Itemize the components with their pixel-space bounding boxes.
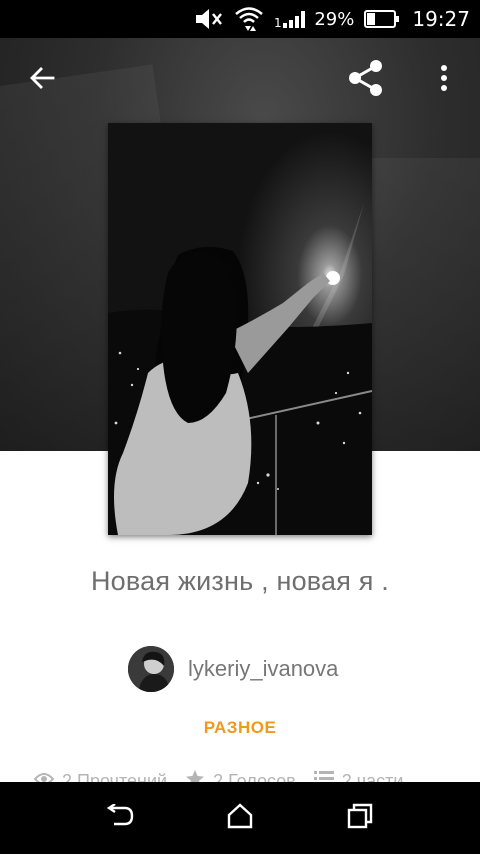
share-icon: [346, 58, 386, 103]
svg-text:1: 1: [274, 16, 282, 29]
more-options-button[interactable]: [420, 56, 468, 104]
signal-icon: 1: [274, 9, 308, 29]
mute-icon: [194, 6, 224, 32]
battery-icon: [364, 8, 400, 30]
recents-nav-icon: [347, 803, 373, 834]
system-nav-bar: [0, 782, 480, 854]
clock: 19:27: [412, 7, 470, 31]
story-cover[interactable]: [108, 123, 372, 535]
author-row[interactable]: lykeriy_ivanova: [128, 646, 338, 692]
nav-home-button[interactable]: [220, 798, 260, 838]
more-vert-icon: [440, 64, 448, 96]
back-arrow-icon: [28, 64, 56, 97]
story-title: Новая жизнь , новая я .: [90, 566, 390, 596]
nav-recents-button[interactable]: [340, 798, 380, 838]
share-button[interactable]: [342, 56, 390, 104]
status-bar: 1 29% 19:27: [0, 0, 480, 38]
author-name[interactable]: lykeriy_ivanova: [188, 656, 338, 682]
back-button[interactable]: [18, 56, 66, 104]
avatar[interactable]: [128, 646, 174, 692]
home-nav-icon: [227, 802, 253, 834]
back-nav-icon: [105, 802, 135, 833]
nav-back-button[interactable]: [100, 798, 140, 838]
category-label[interactable]: РАЗНОЕ: [0, 718, 480, 738]
battery-percent: 29%: [314, 8, 355, 30]
wifi-icon: [234, 5, 264, 33]
